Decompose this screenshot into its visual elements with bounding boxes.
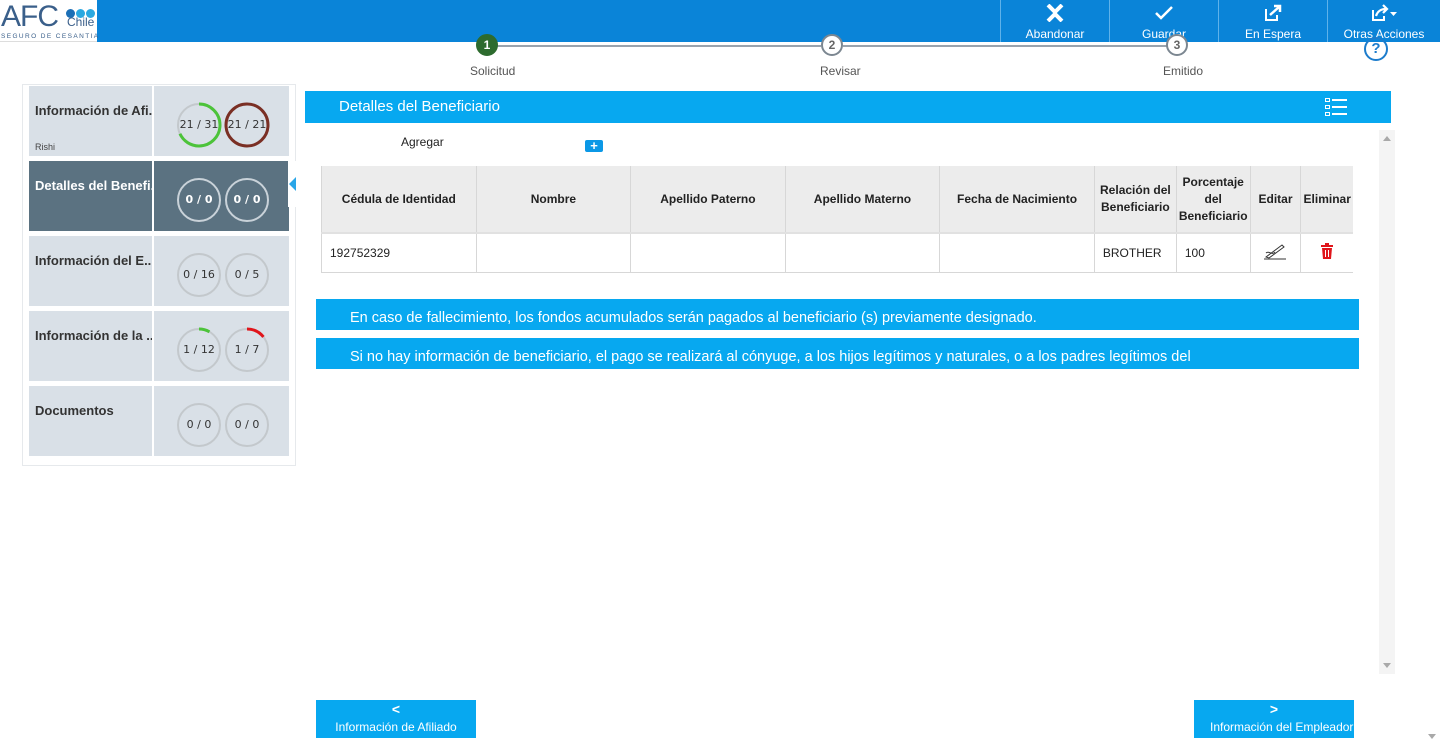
cell-fecha-nacimiento [939, 233, 1095, 273]
progress-count: 21 / 21 [227, 118, 267, 131]
page-scroll-down-icon[interactable] [1428, 734, 1436, 739]
chevron-left-icon: < [391, 701, 401, 717]
afc-logo: AFC Chile SEGURO DE CESANTIA [0, 0, 100, 42]
col-header-relacion[interactable]: Relación del Beneficiario [1094, 166, 1177, 234]
progress-ring-validated: 1 / 7 [224, 327, 270, 373]
progress-ring-required: 21 / 31 [176, 102, 222, 148]
progress-ring-validated: 0 / 0 [224, 177, 270, 223]
en-espera-button[interactable]: En Espera [1218, 0, 1327, 42]
pending-export-icon [1219, 2, 1327, 24]
close-x-icon [1001, 2, 1109, 24]
step-2-circle[interactable]: 2 [821, 34, 843, 56]
notice-banner-1: En caso de fallecimiento, los fondos acu… [316, 299, 1359, 330]
sidebar-card-subtitle: Rishi [35, 142, 56, 152]
col-header-apellido-paterno[interactable]: Apellido Paterno [630, 166, 786, 234]
en-espera-label: En Espera [1244, 27, 1302, 41]
col-header-nombre[interactable]: Nombre [476, 166, 632, 234]
prev-section-button[interactable]: < Información de Afiliado [316, 700, 476, 738]
progress-count: 0 / 0 [185, 193, 213, 206]
sidebar-card-title: Información del E... [35, 253, 153, 268]
cell-editar [1250, 233, 1302, 273]
step-1-circle[interactable]: 1 [476, 34, 498, 56]
card-divider [152, 86, 154, 156]
checkmark-icon [1110, 2, 1218, 24]
page-scrollbar[interactable] [1424, 0, 1440, 745]
progress-count: 1 / 12 [183, 343, 215, 356]
card-divider [152, 236, 154, 306]
next-section-label: Información del Empleador [1210, 720, 1354, 734]
section-title: Detalles del Beneficiario [339, 98, 500, 115]
sidebar-card[interactable]: Detalles del Benefi... 0 / 0 0 / 0 [29, 161, 289, 231]
col-header-fecha-nacimiento[interactable]: Fecha de Nacimiento [939, 166, 1095, 234]
card-divider [152, 386, 154, 456]
cell-cedula: 192752329 [321, 233, 477, 273]
step-3-circle[interactable]: 3 [1166, 34, 1188, 56]
chevron-right-icon: > [1269, 701, 1279, 717]
stepper-line [492, 45, 821, 47]
cell-relacion: BROTHER [1094, 233, 1177, 273]
card-divider [152, 161, 154, 231]
content-scrollbar[interactable] [1379, 130, 1395, 674]
col-header-apellido-materno[interactable]: Apellido Materno [785, 166, 941, 234]
cell-nombre [476, 233, 632, 273]
progress-ring-required: 0 / 0 [176, 177, 222, 223]
notice-banner-2: Si no hay información de beneficiario, e… [316, 338, 1359, 369]
sidebar-card[interactable]: Información de Afi... Rishi 21 / 31 21 / … [29, 86, 289, 156]
cell-porcentaje: 100 [1176, 233, 1251, 273]
trash-icon[interactable] [1320, 243, 1334, 262]
cell-apellido-materno [785, 233, 941, 273]
logo-tagline: SEGURO DE CESANTIA [1, 33, 100, 40]
card-divider [152, 311, 154, 381]
sidebar-card-title: Información de la ... [35, 328, 153, 343]
sidebar-card[interactable]: Información del E... 0 / 16 0 / 5 [29, 236, 289, 306]
progress-count: 1 / 7 [234, 343, 260, 356]
progress-count: 0 / 0 [186, 418, 212, 431]
logo-sub: Chile [67, 15, 95, 29]
sidebar-card[interactable]: Información de la ... 1 / 12 1 / 7 [29, 311, 289, 381]
progress-ring-required: 1 / 12 [176, 327, 222, 373]
progress-count: 0 / 0 [234, 418, 260, 431]
progress-count: 0 / 5 [234, 268, 260, 281]
table-header-row: Cédula de Identidad Nombre Apellido Pate… [321, 166, 1353, 234]
section-header: Detalles del Beneficiario [305, 91, 1391, 123]
progress-ring-required: 0 / 0 [176, 402, 222, 448]
progress-ring-required: 0 / 16 [176, 252, 222, 298]
step-1-label: Solicitud [470, 64, 516, 78]
cell-apellido-paterno [630, 233, 786, 273]
table-row[interactable]: 192752329 BROTHER 100 [321, 233, 1353, 273]
stepper-line [843, 45, 1167, 47]
col-header-porcentaje[interactable]: Porcentaje del Beneficiario [1176, 166, 1251, 234]
col-header-cedula[interactable]: Cédula de Identidad [321, 166, 477, 234]
add-label: Agregar [401, 135, 444, 149]
sidebar-card-title: Detalles del Benefi... [35, 178, 153, 193]
logo-wordmark: AFC [1, 0, 59, 33]
progress-ring-validated: 0 / 5 [224, 252, 270, 298]
progress-count: 0 / 0 [233, 193, 261, 206]
active-pointer-icon [289, 177, 296, 191]
help-icon[interactable]: ? [1364, 37, 1388, 61]
scroll-down-icon[interactable] [1383, 663, 1391, 668]
next-section-button[interactable]: > Información del Empleador [1194, 700, 1354, 738]
sidebar-card-title: Información de Afi... [35, 103, 153, 118]
step-3-label: Emitido [1163, 64, 1204, 78]
col-header-editar: Editar [1250, 166, 1302, 234]
cell-eliminar [1300, 233, 1353, 273]
edit-pen-icon[interactable] [1263, 244, 1287, 263]
progress-stepper: 1 2 3 Solicitud Revisar Emitido [470, 34, 1210, 84]
sidebar-card-title: Documentos [35, 403, 114, 418]
add-beneficiary-button[interactable]: + [585, 139, 603, 152]
col-header-eliminar: Eliminar [1300, 166, 1353, 234]
sidebar-card[interactable]: Documentos 0 / 0 0 / 0 [29, 386, 289, 456]
beneficiary-table: Cédula de Identidad Nombre Apellido Pate… [321, 166, 1353, 273]
progress-ring-validated: 0 / 0 [224, 402, 270, 448]
list-view-icon[interactable] [1325, 98, 1347, 116]
logo-dots-icon [66, 3, 96, 18]
prev-section-label: Información de Afiliado [335, 720, 457, 734]
progress-ring-validated: 21 / 21 [224, 102, 270, 148]
step-2-label: Revisar [820, 64, 861, 78]
scroll-up-icon[interactable] [1383, 136, 1391, 141]
progress-count: 21 / 31 [179, 118, 219, 131]
progress-count: 0 / 16 [183, 268, 215, 281]
